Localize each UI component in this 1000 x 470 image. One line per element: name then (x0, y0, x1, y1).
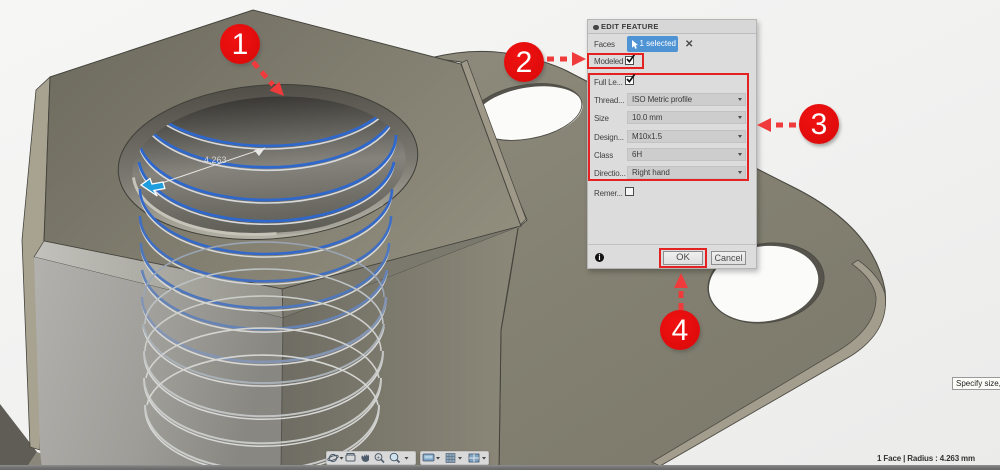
svg-text:+: + (377, 455, 381, 461)
